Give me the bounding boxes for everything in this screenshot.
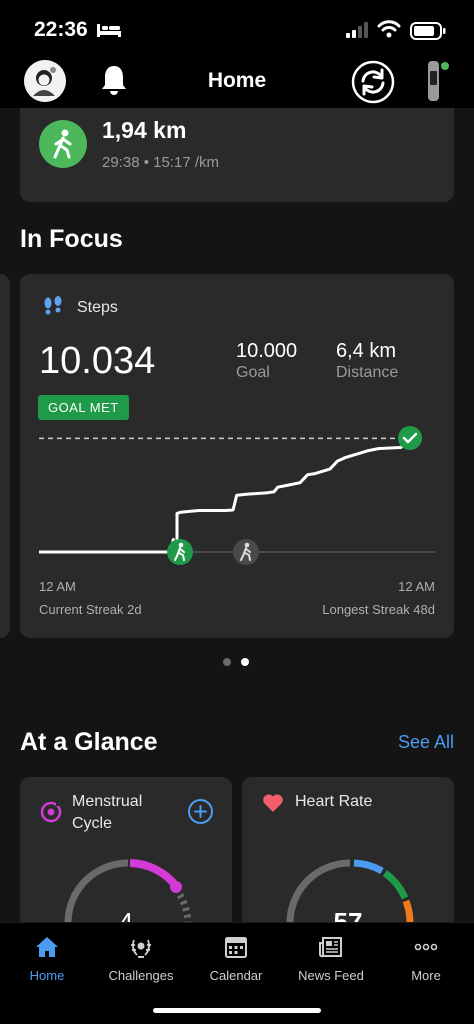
bottom-tab-bar: Home Challenges Calendar News Feed More [0,922,474,1024]
x-axis-start-label: 12 AM [39,579,76,594]
add-circle-icon[interactable] [187,798,214,825]
page-title: Home [207,69,267,92]
steps-distance-value: 6,4 km [336,340,397,362]
tab-news-feed-label: News Feed [298,968,364,983]
pager-dot-2[interactable] [241,658,249,666]
footsteps-icon [44,296,62,315]
activity-distance: 1,94 km [102,117,187,143]
calendar-icon [225,937,247,958]
heart-rate-card[interactable]: Heart Rate 57 [242,777,454,922]
cellular-signal-icon [346,22,368,38]
activity-card[interactable]: 1,94 km 29:38 • 15:17 /km [20,108,454,202]
walking-icon [39,120,87,168]
device-icon[interactable] [424,59,450,103]
heart-icon [263,794,283,812]
top-app-bar: Home [0,56,474,108]
previous-focus-card[interactable] [0,274,10,638]
home-indicator [153,1008,321,1013]
status-time: 22:36 [34,18,88,41]
walk-marker-green-icon [167,539,193,565]
see-all-link[interactable]: See All [398,732,454,753]
walk-marker-grey-icon [233,539,259,565]
menstrual-cycle-title: Menstrual Cycle [72,793,143,832]
newspaper-icon [319,937,342,958]
pager-dot-1[interactable] [223,658,231,666]
activity-duration-pace: 29:38 • 15:17 /km [102,154,219,171]
in-focus-heading: In Focus [20,225,123,253]
cycle-day-value: 4 [118,907,134,922]
goal-check-icon [398,426,422,450]
heart-rate-value: 57 [333,907,363,922]
steps-card[interactable]: Steps 10.034 10.000 Goal 6,4 km Distance… [20,274,454,638]
cycle-icon [40,801,63,823]
tab-calendar-label: Calendar [209,968,263,983]
tab-news-feed[interactable]: News Feed [284,923,378,993]
home-scroll-area[interactable]: 1,94 km 29:38 • 15:17 /km In Focus Steps… [0,108,474,922]
steps-series-line [39,436,413,554]
tab-challenges[interactable]: Challenges [94,923,188,993]
tab-home[interactable]: Home [0,923,94,993]
steps-count: 10.034 [39,340,156,382]
heart-rate-title: Heart Rate [295,793,373,810]
bed-icon [97,24,121,37]
steps-distance-label: Distance [336,364,399,381]
sync-icon[interactable] [351,60,395,104]
at-a-glance-heading: At a Glance [20,728,158,756]
home-icon [36,937,58,957]
steps-card-title: Steps [77,299,118,316]
status-bar: 22:36 [0,0,474,56]
more-icon [414,943,438,951]
longest-streak: Longest Streak 48d [322,602,435,617]
laurel-icon [130,939,152,958]
battery-icon [410,22,446,40]
current-streak: Current Streak 2d [39,602,142,617]
tab-home-label: Home [29,968,65,983]
x-axis-end-label: 12 AM [398,579,435,594]
tab-more-label: More [411,968,441,983]
tab-challenges-label: Challenges [108,968,174,983]
tab-calendar[interactable]: Calendar [189,923,283,993]
wifi-icon [377,20,401,38]
tab-more[interactable]: More [379,923,473,993]
menstrual-cycle-card[interactable]: Menstrual Cycle 4 [20,777,232,922]
steps-goal-value: 10.000 [236,340,298,362]
steps-chart [39,426,435,565]
steps-goal-label: Goal [236,364,270,381]
